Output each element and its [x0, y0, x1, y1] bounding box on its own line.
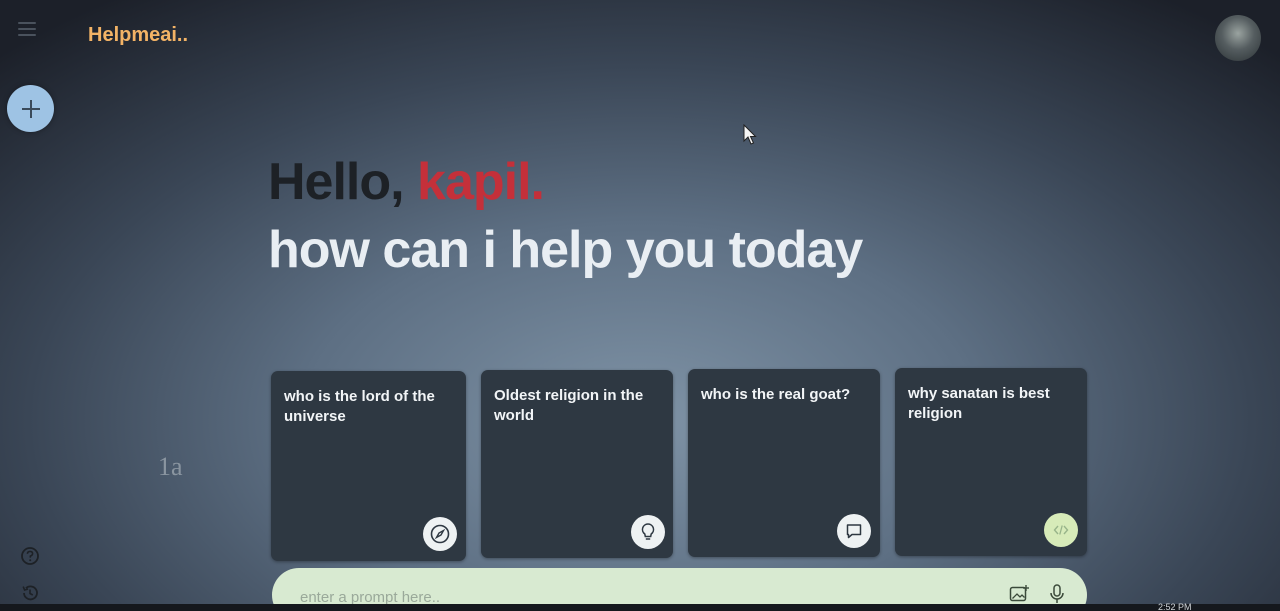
background-stray-text: 1a [158, 452, 183, 481]
suggestion-card-4[interactable]: why sanatan is best religion [895, 368, 1087, 556]
taskbar-clock: 2:52 PM [1158, 602, 1192, 611]
suggestion-card-text: Oldest religion in the world [494, 387, 644, 424]
compass-icon [423, 517, 457, 551]
suggestion-card-text: who is the lord of the universe [284, 388, 435, 425]
suggestion-card-text: who is the real goat? [701, 386, 851, 403]
greeting-heading: Hello, kapil. [268, 152, 545, 212]
help-icon[interactable] [20, 546, 40, 566]
suggestion-card-3[interactable]: who is the real goat? [688, 369, 880, 557]
menu-icon[interactable] [18, 22, 36, 36]
suggestion-card-2[interactable]: Oldest religion in the world [481, 370, 673, 558]
plus-icon [21, 99, 40, 118]
mouse-cursor-icon [743, 124, 757, 145]
new-chat-button[interactable] [7, 85, 54, 132]
user-avatar[interactable] [1215, 15, 1261, 61]
image-upload-icon[interactable] [1008, 583, 1030, 605]
greeting-hello: Hello, [268, 153, 418, 211]
sidebar [0, 0, 60, 611]
greeting-username: kapil. [417, 153, 545, 211]
greeting-subtitle: how can i help you today [268, 221, 863, 279]
app-title: Helpmeai.. [88, 24, 189, 46]
message-icon [837, 514, 871, 548]
history-icon[interactable] [20, 583, 40, 603]
microphone-icon[interactable] [1047, 583, 1067, 605]
bulb-icon [631, 515, 665, 549]
suggestion-card-text: why sanatan is best religion [908, 385, 1050, 422]
code-icon [1044, 513, 1078, 547]
suggestion-card-1[interactable]: who is the lord of the universe [271, 371, 466, 561]
os-taskbar [0, 604, 1280, 611]
